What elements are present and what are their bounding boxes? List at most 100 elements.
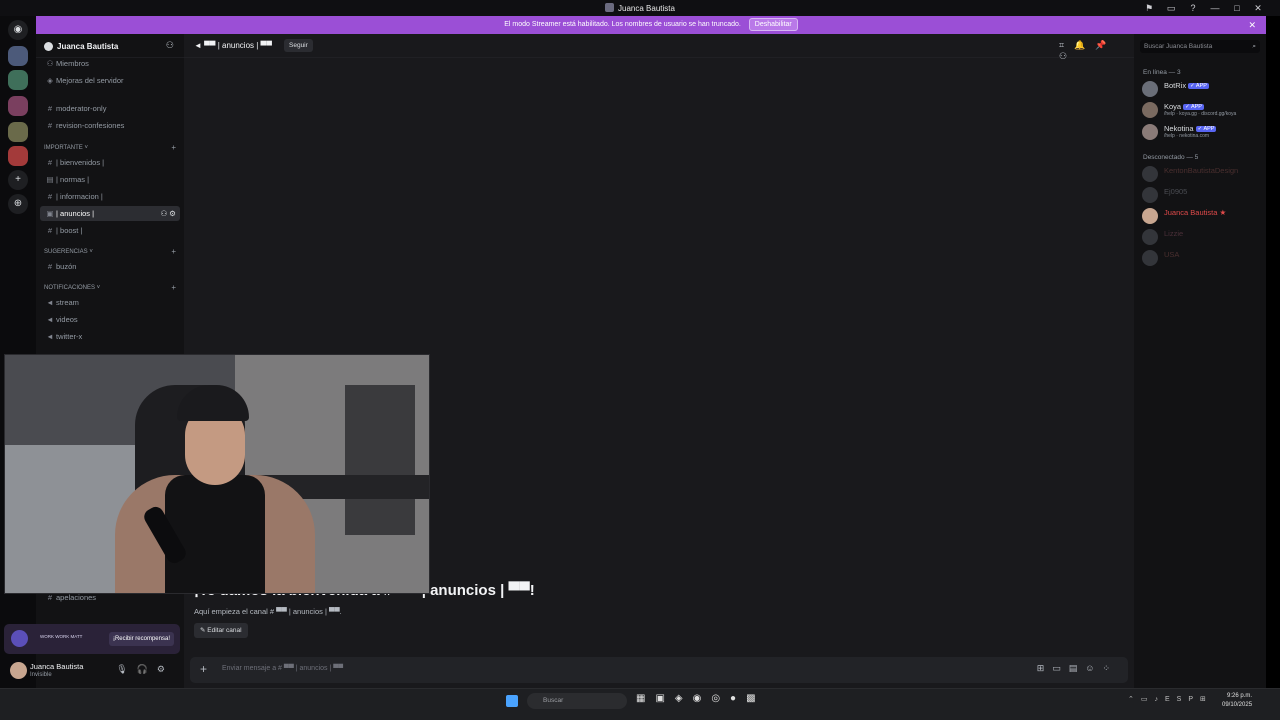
close-button[interactable]: ✕ — [1252, 2, 1264, 14]
member-item[interactable]: Ej0905 — [1142, 185, 1262, 205]
channel-bienvenidos[interactable]: # | bienvenidos | — [40, 155, 180, 170]
discover-icon[interactable]: ⊕ — [8, 194, 28, 214]
disable-streamer-button[interactable]: Deshabilitar — [748, 18, 798, 31]
clock[interactable]: 9:26 p.m. 09/10/2025 — [1222, 692, 1252, 710]
hash-icon: # — [47, 104, 53, 113]
maximize-button[interactable]: □ — [1231, 2, 1243, 14]
streamer-mode-banner: El modo Streamer está habilitado. Los no… — [36, 16, 1266, 34]
app-badge: ✓ APP — [1188, 83, 1209, 89]
screen-icon[interactable]: ▭ — [1165, 2, 1177, 14]
start-icon[interactable] — [506, 695, 518, 707]
system-tray[interactable]: ⌃▭♪ESP⊞ — [1128, 695, 1213, 703]
help-icon[interactable]: ? — [1187, 2, 1199, 14]
server-guild-icon — [44, 42, 53, 51]
current-user[interactable]: Juanca Bautista Invisible 🎙🎧⚙ — [4, 658, 180, 684]
close-icon[interactable]: ✕ — [1248, 16, 1256, 34]
megaphone-icon: ◄ — [46, 298, 54, 307]
add-server-icon[interactable]: + — [8, 170, 28, 190]
channel-settings-icon[interactable]: ⚇ ⚙ — [160, 206, 176, 221]
channel-twitter-x[interactable]: ◄ twitter-x — [40, 329, 180, 344]
online-header: En línea — 3 — [1143, 69, 1181, 76]
window-title: Juanca Bautista — [0, 3, 1280, 13]
banner-message: El modo Streamer está habilitado. Los no… — [504, 21, 741, 28]
channel-boost[interactable]: # | boost | — [40, 223, 180, 238]
edit-channel-button[interactable]: ✎ Editar canal — [194, 623, 248, 638]
member-item[interactable]: BotRix ✓ APP — [1142, 79, 1262, 99]
member-item[interactable]: KentonBautistaDesign — [1142, 164, 1262, 184]
webcam-person-shirt — [165, 475, 265, 593]
channel-title: ◄ ▀▀ | anuncios | ▀▀ — [194, 41, 272, 50]
server-icon[interactable] — [8, 70, 28, 90]
message-input[interactable]: Enviar mensaje a # ▀▀ | anuncios | ▀▀ — [222, 665, 343, 672]
avatar — [1142, 81, 1158, 97]
server-name: Juanca Bautista — [57, 42, 119, 51]
channel-moderator-only[interactable]: # moderator-only — [40, 101, 180, 116]
orb-icon — [11, 630, 28, 647]
webcam-shelf — [345, 385, 415, 535]
category-importante[interactable]: IMPORTANTE ˅ + — [44, 143, 180, 153]
member-list: Buscar Juanca Bautista ⌕ En línea — 3 Bo… — [1134, 34, 1266, 688]
avatar — [1142, 250, 1158, 266]
sidebar-item-boosts[interactable]: ◈ Mejoras del servidor — [40, 73, 180, 88]
taskbar-search[interactable]: Buscar — [527, 693, 627, 709]
member-item[interactable]: Lizzie — [1142, 227, 1262, 247]
megaphone-icon: ◄ — [46, 332, 54, 341]
member-item[interactable]: Nekotina ✓ APP /help · nekotina.com — [1142, 122, 1262, 142]
add-channel-icon[interactable]: + — [171, 143, 176, 153]
avatar — [1142, 208, 1158, 224]
hash-icon: # — [47, 262, 53, 271]
claim-reward-button[interactable]: ¡Recibir recompensa! — [108, 632, 174, 646]
add-channel-icon[interactable]: + — [171, 247, 176, 257]
server-icon[interactable] — [8, 146, 28, 166]
channel-videos[interactable]: ◄ videos — [40, 312, 180, 327]
server-header[interactable]: Juanca Bautista ⚇ — [36, 34, 184, 58]
hash-icon: # — [47, 158, 53, 167]
server-icon[interactable] — [8, 122, 28, 142]
channel-informacion[interactable]: # | informacion | — [40, 189, 180, 204]
server-icon[interactable] — [8, 96, 28, 116]
voice-controls[interactable]: 🎙🎧⚙ — [116, 664, 174, 675]
message-composer[interactable]: + Enviar mensaje a # ▀▀ | anuncios | ▀▀ … — [190, 657, 1128, 683]
app-badge: ✓ APP — [1195, 126, 1217, 132]
search-input[interactable]: Buscar Juanca Bautista ⌕ — [1140, 40, 1260, 53]
channel-buzon[interactable]: # buzón — [40, 259, 180, 274]
boost-icon: ◈ — [47, 76, 53, 85]
webcam-overlay — [4, 354, 430, 594]
add-channel-icon[interactable]: + — [171, 283, 176, 293]
follow-button[interactable]: Seguir — [284, 39, 313, 52]
megaphone-icon: ◄ — [46, 315, 54, 324]
members-icon: ⚇ — [46, 59, 54, 68]
channel-stream[interactable]: ◄ stream — [40, 295, 180, 310]
channel-anuncios[interactable]: ▣ | anuncios | ⚇ ⚙ — [40, 206, 180, 221]
channel-revision-confesiones[interactable]: # revision-confesiones — [40, 118, 180, 133]
user-panel: WORK WORK MATT ¡Recibir recompensa! Juan… — [4, 624, 180, 686]
member-item[interactable]: USA — [1142, 248, 1262, 268]
member-item[interactable]: Juanca Bautista ★ — [1142, 206, 1262, 226]
sidebar-item-members[interactable]: ⚇ Miembros — [40, 56, 180, 71]
hash-icon: # — [47, 226, 53, 235]
offline-header: Desconectado — 5 — [1143, 154, 1199, 161]
user-status: Invisible — [30, 672, 52, 678]
announcement-icon: ▣ — [46, 209, 54, 218]
hash-icon: # — [47, 192, 53, 201]
discord-home-icon[interactable]: ◉ — [8, 20, 28, 40]
header-tools[interactable]: ⌗🔔📌⚇ — [1059, 40, 1134, 62]
member-item[interactable]: Koya ✓ APP /help · koya.gg · discord.gg/k… — [1142, 100, 1262, 120]
taskbar-apps[interactable]: ▦▣◈◉◎●▩ — [636, 693, 766, 704]
minimize-button[interactable]: — — [1209, 2, 1221, 14]
search-icon: ⌕ — [1252, 43, 1256, 50]
member-status-text: /help · nekotina.com — [1164, 133, 1210, 139]
category-notificaciones[interactable]: NOTIFICACIONES ˅ + — [44, 283, 180, 293]
composer-tools[interactable]: ⊞▭▤☺⁘ — [1037, 663, 1118, 674]
avatar — [1142, 124, 1158, 140]
promo-banner[interactable]: WORK WORK MATT ¡Recibir recompensa! — [4, 624, 180, 654]
server-icon[interactable] — [8, 46, 28, 66]
avatar — [1142, 229, 1158, 245]
avatar — [10, 662, 27, 679]
channel-normas[interactable]: ▤ | normas | — [40, 172, 180, 187]
invite-icon[interactable]: ⚇ — [166, 40, 174, 51]
attach-plus-icon[interactable]: + — [200, 663, 207, 675]
category-sugerencias[interactable]: SUGERENCIAS ˅ + — [44, 247, 180, 257]
app-badge: ✓ APP — [1183, 104, 1204, 110]
inbox-flag-icon[interactable]: ⚑ — [1143, 2, 1155, 14]
